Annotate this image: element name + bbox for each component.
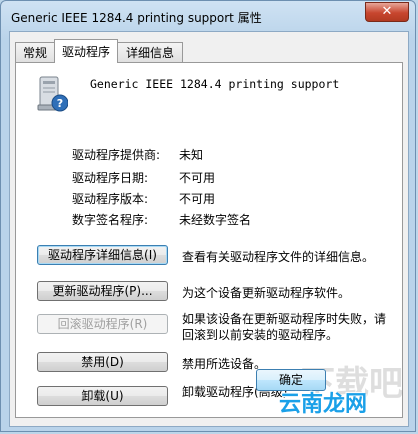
site-watermark: 云南龙网 — [279, 392, 368, 417]
digital-signer-label: 数字签名程序: — [72, 213, 149, 227]
update-driver-description: 为这个设备更新驱动程序软件。 — [182, 286, 351, 300]
driver-version-label: 驱动程序版本: — [72, 192, 149, 206]
driver-version-value: 不可用 — [179, 192, 216, 206]
roll-back-driver-button[interactable]: 回滚驱动程序(R) — [37, 314, 168, 334]
svg-text:?: ? — [57, 97, 63, 110]
roll-back-driver-description: 如果该设备在更新驱动程序时失败，请回滚到以前安装的驱动程序。 — [182, 312, 387, 342]
tab-driver[interactable]: 驱动程序 — [54, 39, 118, 63]
driver-date-label: 驱动程序日期: — [72, 171, 149, 185]
close-button[interactable]: ✕ — [365, 2, 409, 22]
device-name: Generic IEEE 1284.4 printing support — [90, 77, 340, 91]
title-bar[interactable]: Generic IEEE 1284.4 printing support 属性 … — [1, 1, 415, 31]
driver-provider-value: 未知 — [179, 148, 204, 162]
digital-signer-value: 未经数字签名 — [179, 213, 252, 227]
driver-provider-label: 驱动程序提供商: — [72, 148, 161, 162]
tab-general[interactable]: 常规 — [15, 42, 55, 62]
disable-device-description: 禁用所选设备。 — [182, 357, 267, 371]
printer-device-icon: ? — [37, 76, 68, 112]
tab-details[interactable]: 详细信息 — [117, 42, 183, 62]
driver-details-button[interactable]: 驱动程序详细信息(I) — [37, 245, 168, 265]
disable-device-button[interactable]: 禁用(D) — [37, 352, 168, 372]
uninstall-driver-button[interactable]: 卸载(U) — [37, 386, 168, 406]
properties-dialog: Generic IEEE 1284.4 printing support 属性 … — [0, 0, 416, 432]
update-driver-button[interactable]: 更新驱动程序(P)... — [37, 281, 168, 301]
driver-date-value: 不可用 — [179, 171, 216, 185]
window-title: Generic IEEE 1284.4 printing support 属性 — [11, 11, 262, 25]
driver-details-description: 查看有关驱动程序文件的详细信息。 — [182, 250, 375, 264]
